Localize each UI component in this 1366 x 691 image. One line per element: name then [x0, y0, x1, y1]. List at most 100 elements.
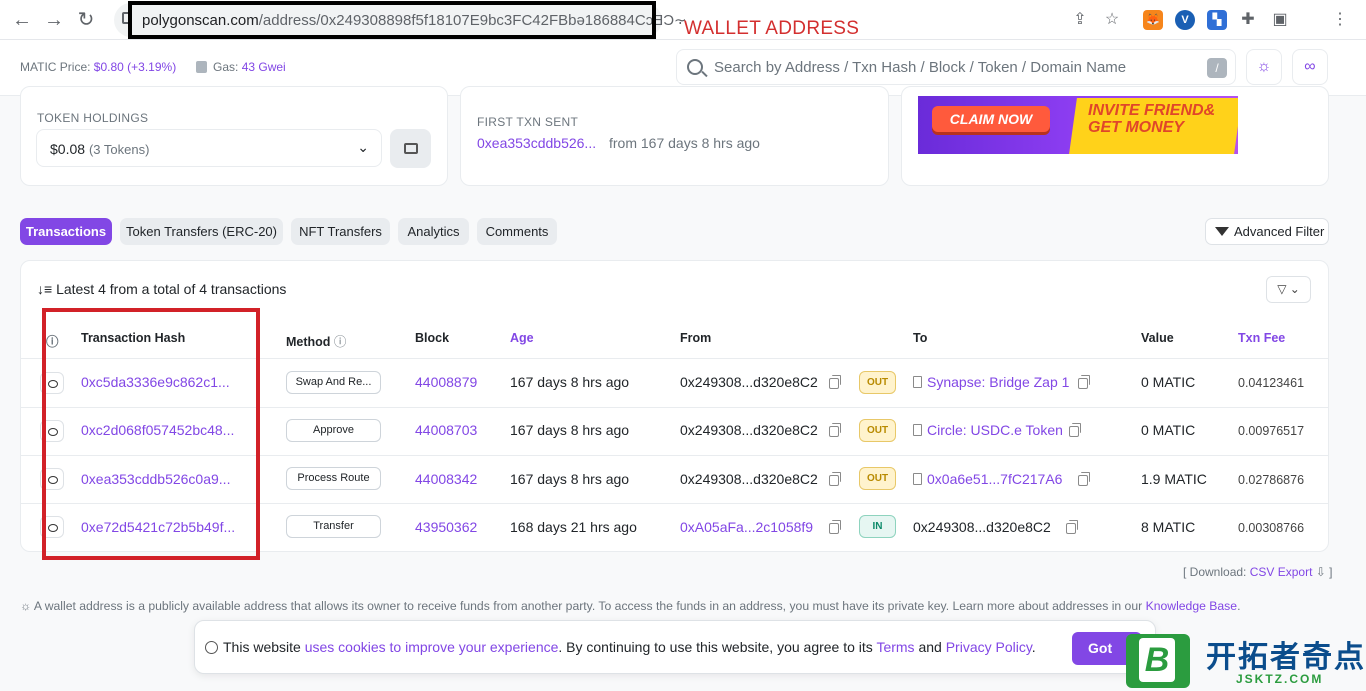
token-holdings-dropdown[interactable]: $0.08 (3 Tokens) ⌄	[36, 129, 382, 167]
privacy-policy-link[interactable]: Privacy Policy	[946, 639, 1032, 655]
bookmark-star-icon[interactable]: ☆	[1102, 10, 1122, 30]
copy-icon[interactable]	[829, 375, 841, 389]
knowledge-base-link[interactable]: Knowledge Base	[1146, 599, 1237, 613]
from-address-link[interactable]: 0xA05aFa...2c1058f9	[680, 519, 813, 535]
search-shortcut-key: /	[1207, 58, 1227, 78]
terms-link[interactable]: Terms	[876, 639, 914, 655]
value-text: 0 MATIC	[1141, 422, 1196, 438]
header-from: From	[680, 331, 712, 345]
gas-price: Gas: 43 Gwei	[196, 60, 286, 74]
header-age[interactable]: Age	[510, 331, 534, 345]
block-link[interactable]: 44008879	[415, 374, 477, 390]
block-link[interactable]: 43950362	[415, 519, 477, 535]
age-text: 167 days 8 hrs ago	[510, 422, 630, 438]
tab-transactions[interactable]: Transactions	[20, 218, 112, 245]
fee-text: 0.00976517	[1238, 424, 1305, 438]
from-address: 0x249308...d320e8C2	[680, 374, 818, 390]
polygon-logo-icon[interactable]: ∞	[1292, 49, 1328, 85]
logo-mark: B	[1126, 634, 1190, 688]
value-text: 0 MATIC	[1141, 374, 1196, 390]
method-info-icon[interactable]: ⓘ	[334, 335, 347, 349]
back-arrow-icon[interactable]: ←	[10, 8, 34, 32]
cookie-policy-link[interactable]: uses cookies to improve your experience	[305, 639, 559, 655]
direction-badge: OUT	[859, 467, 896, 490]
first-txn-label: FIRST TXN SENT	[477, 115, 579, 129]
fee-text: 0.04123461	[1238, 376, 1305, 390]
copy-icon[interactable]	[1078, 472, 1090, 486]
header-value: Value	[1141, 331, 1174, 345]
url-annotation-box	[128, 1, 656, 39]
direction-badge: OUT	[859, 419, 896, 442]
gas-pump-icon	[196, 61, 207, 73]
cookie-icon	[205, 641, 218, 654]
to-address-link[interactable]: Synapse: Bridge Zap 1	[927, 374, 1069, 390]
fee-text: 0.02786876	[1238, 473, 1305, 487]
invite-text: INVITE FRIEND& GET MONEY	[1088, 102, 1216, 136]
info-note: ☼ A wallet address is a publicly availab…	[20, 599, 1241, 613]
share-icon[interactable]: ⇪	[1070, 10, 1090, 30]
header-block: Block	[415, 331, 450, 345]
sidepanel-icon[interactable]: ▣	[1270, 10, 1290, 30]
to-address-link[interactable]: Circle: USDC.e Token	[927, 422, 1063, 438]
direction-badge: OUT	[859, 371, 896, 394]
direction-badge: IN	[859, 515, 896, 538]
lightbulb-icon: ☼	[20, 599, 32, 613]
download-icon: ⇩	[1315, 565, 1326, 579]
advanced-filter-button[interactable]: Advanced Filter	[1205, 218, 1329, 245]
header-to: To	[913, 331, 928, 345]
extension-chart-icon[interactable]: ▚	[1207, 10, 1227, 30]
search-icon	[687, 59, 703, 75]
fee-text: 0.00308766	[1238, 521, 1305, 535]
chevron-down-icon: ⌄	[357, 139, 369, 155]
search-input[interactable]: Search by Address / Txn Hash / Block / T…	[676, 49, 1236, 85]
first-txn-time: from 167 days 8 hrs ago	[609, 135, 760, 151]
to-address: 0x249308...d320e8C2	[913, 519, 1051, 535]
from-address: 0x249308...d320e8C2	[680, 471, 818, 487]
wallet-icon-button[interactable]	[390, 129, 431, 168]
copy-icon[interactable]	[1078, 375, 1090, 389]
metamask-icon[interactable]: 🦊	[1143, 10, 1163, 30]
tab-analytics[interactable]: Analytics	[398, 218, 469, 245]
contract-doc-icon	[913, 424, 922, 436]
block-link[interactable]: 44008703	[415, 422, 477, 438]
cookie-banner: This website uses cookies to improve you…	[194, 620, 1156, 674]
puzzle-icon[interactable]: ✚	[1238, 10, 1258, 30]
contract-doc-icon	[913, 376, 922, 388]
matic-price: MATIC Price: $0.80 (+3.19%)	[20, 60, 177, 74]
claim-now-button[interactable]: CLAIM NOW	[932, 106, 1050, 132]
ad-banner[interactable]: CLAIM NOW INVITE FRIEND& GET MONEY	[918, 96, 1238, 154]
method-badge: Process Route	[286, 467, 381, 490]
kebab-menu-icon[interactable]: ⋮	[1330, 10, 1350, 30]
tab-comments[interactable]: Comments	[477, 218, 557, 245]
copy-icon[interactable]	[829, 520, 841, 534]
copy-icon[interactable]	[1069, 423, 1081, 437]
method-badge: Transfer	[286, 515, 381, 538]
csv-export-link[interactable]: CSV Export	[1250, 565, 1313, 579]
download-row: [ Download: CSV Export ⇩ ]	[1183, 565, 1333, 579]
sort-icon: ↓≡	[37, 281, 53, 297]
txn-hash-annotation-box	[42, 308, 260, 560]
filter-dropdown-button[interactable]: ▽ ⌄	[1266, 276, 1311, 303]
reload-icon[interactable]: ↻	[74, 8, 98, 32]
copy-icon[interactable]	[829, 423, 841, 437]
theme-toggle-icon[interactable]: ☼	[1246, 49, 1282, 85]
tab-token-transfers[interactable]: Token Transfers (ERC-20)	[120, 218, 283, 245]
browser-toolbar: ← → ↻ polygonscan.com/address/0x24930889…	[0, 0, 1366, 40]
tab-nft-transfers[interactable]: NFT Transfers	[291, 218, 390, 245]
method-badge: Approve	[286, 419, 381, 442]
value-text: 8 MATIC	[1141, 519, 1196, 535]
first-txn-hash-link[interactable]: 0xea353cddb526...	[477, 135, 596, 151]
method-badge: Swap And Re...	[286, 371, 381, 394]
block-link[interactable]: 44008342	[415, 471, 477, 487]
to-address-link[interactable]: 0x0a6e51...7fC217A6	[927, 471, 1062, 487]
cookie-text: This website uses cookies to improve you…	[223, 639, 1036, 655]
extension-v-icon[interactable]: V	[1175, 10, 1195, 30]
header-txn-fee[interactable]: Txn Fee	[1238, 331, 1285, 345]
watermark-logo: B 开拓者奇点 JSKTZ.COM	[1124, 626, 1366, 691]
age-text: 167 days 8 hrs ago	[510, 471, 630, 487]
value-text: 1.9 MATIC	[1141, 471, 1207, 487]
forward-arrow-icon[interactable]: →	[42, 8, 66, 32]
copy-icon[interactable]	[1066, 520, 1078, 534]
age-text: 167 days 8 hrs ago	[510, 374, 630, 390]
copy-icon[interactable]	[829, 472, 841, 486]
